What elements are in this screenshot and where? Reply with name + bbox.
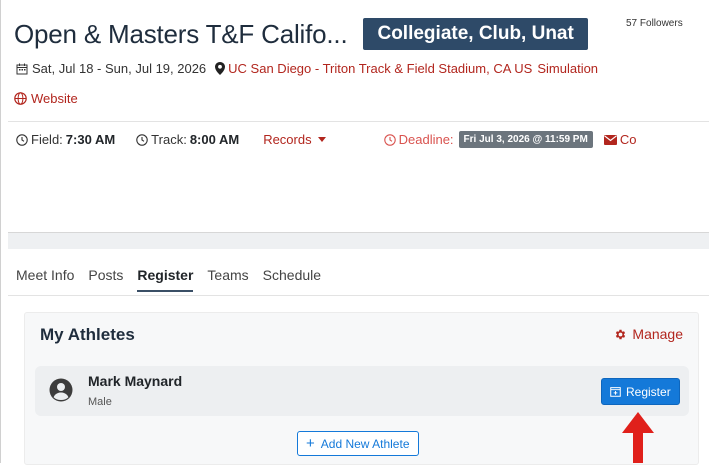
- meet-title: Open & Masters T&F Califo...: [14, 18, 348, 49]
- section-separator: [8, 232, 709, 249]
- track-start: Track: 8:00 AM: [136, 132, 239, 147]
- manage-label: Manage: [632, 326, 683, 342]
- simulation-link[interactable]: Simulation: [537, 61, 598, 76]
- meet-dates-location: Sat, Jul 18 - Sun, Jul 19, 2026 UC San D…: [16, 61, 598, 76]
- add-athlete-label: Add New Athlete: [320, 436, 410, 451]
- track-label: Track:: [151, 132, 187, 147]
- meet-tabs: Meet Info Posts Register Teams Schedule: [16, 267, 335, 292]
- records-dropdown[interactable]: Records: [263, 132, 326, 147]
- manage-button[interactable]: Manage: [614, 326, 683, 342]
- athlete-name: Mark Maynard: [88, 373, 183, 389]
- clock-icon: [16, 133, 28, 146]
- globe-icon: [14, 92, 27, 105]
- field-start: Field: 7:30 AM: [16, 132, 115, 147]
- plus-icon: +: [306, 435, 315, 452]
- tabs-divider: [8, 295, 709, 296]
- athlete-row: Mark Maynard Male Register: [35, 366, 689, 416]
- divider: [8, 121, 709, 122]
- add-new-athlete-button[interactable]: + Add New Athlete: [297, 431, 419, 456]
- tab-posts[interactable]: Posts: [88, 267, 123, 292]
- meet-location: UC San Diego - Triton Track & Field Stad…: [228, 61, 533, 76]
- meet-dates: Sat, Jul 18 - Sun, Jul 19, 2026: [32, 61, 207, 76]
- clock-icon: [136, 133, 148, 146]
- envelope-icon: [603, 134, 617, 145]
- user-avatar-icon: [49, 378, 73, 402]
- deadline-label: Deadline:: [398, 132, 454, 147]
- field-time: 7:30 AM: [65, 132, 116, 147]
- tab-schedule[interactable]: Schedule: [263, 267, 321, 292]
- calendar-icon: [16, 63, 28, 74]
- records-label: Records: [263, 132, 312, 147]
- registration-deadline: Deadline: Fri Jul 3, 2026 @ 11:59 PM: [383, 131, 593, 148]
- location-link[interactable]: UC San Diego - Triton Track & Field Stad…: [215, 61, 532, 76]
- tab-teams[interactable]: Teams: [207, 267, 248, 292]
- panel-title: My Athletes: [40, 325, 135, 344]
- deadline-date-badge: Fri Jul 3, 2026 @ 11:59 PM: [458, 131, 593, 148]
- calendar-plus-icon: [610, 387, 621, 397]
- website-link[interactable]: Website: [14, 91, 78, 106]
- annotation-arrow-icon: [622, 412, 654, 463]
- athlete-gender: Male: [88, 396, 112, 408]
- my-athletes-panel: My Athletes Manage Mark Maynard Male Reg…: [24, 312, 699, 465]
- gear-icon: [616, 329, 626, 339]
- contact-label: Co: [619, 132, 637, 147]
- track-time: 8:00 AM: [189, 132, 240, 147]
- left-border: [0, 0, 1, 463]
- clock-icon: [383, 133, 396, 146]
- caret-down-icon: [317, 137, 326, 142]
- schedule-info-row: Field: 7:30 AM Track: 8:00 AM Records De…: [16, 131, 636, 148]
- register-label: Register: [626, 384, 671, 399]
- field-label: Field:: [31, 132, 63, 147]
- meet-header: Open & Masters T&F Califo... Collegiate,…: [14, 14, 588, 54]
- website-label: Website: [31, 91, 78, 106]
- map-pin-icon: [215, 62, 226, 75]
- followers-count[interactable]: 57 Followers: [626, 18, 683, 29]
- divisions-badge: Collegiate, Club, Unat: [363, 18, 588, 50]
- tab-register[interactable]: Register: [137, 267, 194, 292]
- register-athlete-button[interactable]: Register: [601, 378, 680, 405]
- contact-link[interactable]: Co: [603, 132, 637, 147]
- tab-meet-info[interactable]: Meet Info: [16, 267, 74, 292]
